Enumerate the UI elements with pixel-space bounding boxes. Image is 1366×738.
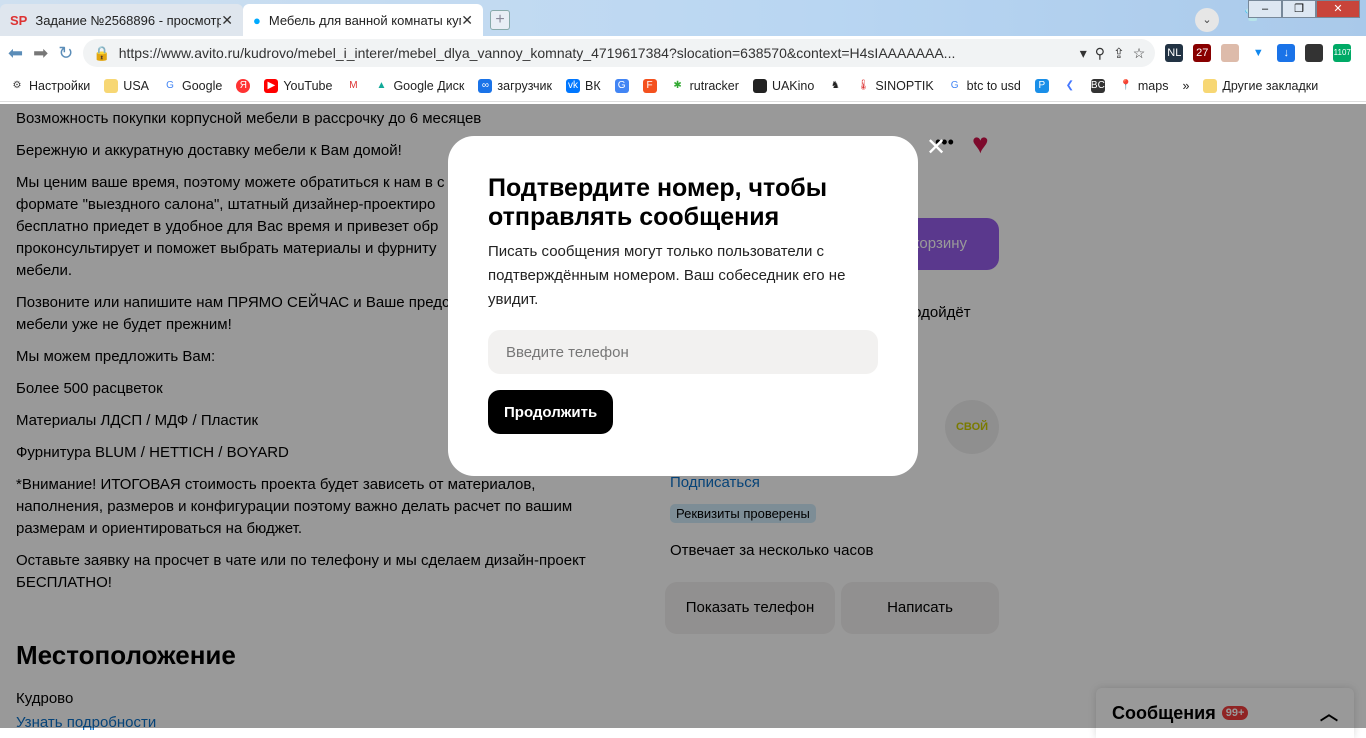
bookmarks-overflow[interactable]: » [1182,79,1189,93]
folder-icon [104,78,119,93]
bookmark-rutracker[interactable]: ✱ rutracker [671,79,739,93]
bookmark-arrow[interactable]: ❮ [1063,79,1077,93]
address-bar[interactable]: 🔒 https://www.avito.ru/kudrovo/mebel_i_i… [83,39,1156,67]
location-blocked-icon[interactable]: ⚲ [1095,45,1105,62]
bookmark-yandex[interactable]: Я [236,78,251,93]
bitcoin-extension-icon[interactable]: 1107 [1333,44,1352,62]
minimize-button[interactable]: – [1248,0,1282,18]
bookmark-chess[interactable]: ♞ [828,79,842,93]
back-icon[interactable]: ⬅ [8,43,23,64]
phone-confirm-modal: Подтвердите номер, чтобы отправлять сооб… [448,136,918,476]
folder-icon [1203,78,1218,93]
bookmark-sinoptik[interactable]: 🌡 SINOPTIK [856,79,934,93]
phone-input[interactable] [488,330,878,374]
puzzle-icon[interactable]: ✚ [1361,44,1366,62]
yandex-icon: Я [236,78,251,93]
sp-favicon-icon: SP [10,12,28,28]
gear-icon: ⚙ [12,79,22,91]
translate-icon: G [614,78,629,93]
tab-search-chevron-icon[interactable]: ⌄ [1195,8,1219,32]
modal-description: Писать сообщения могут только пользовате… [488,243,846,308]
bookmark-gmail[interactable]: M [346,79,360,93]
tab-task[interactable]: SP Задание №2568896 - просмотр з ✕ [0,4,243,36]
bookmark-maps[interactable]: 📍 maps [1119,79,1169,93]
extension-icon[interactable]: ▼ [1249,44,1267,62]
lock-icon: 🔒 [93,44,111,61]
modal-title: Подтвердите номер, чтобы отправлять сооб… [488,174,828,231]
continue-button[interactable]: Продолжить [488,390,614,434]
bookmarks-bar: ⚙ Настройки USA G Google Я ▶ YouTube M ▲ Goo… [0,70,1366,102]
download-extension-icon[interactable]: ↓ [1277,44,1296,62]
f-icon: F [642,78,657,93]
bookmark-uakino[interactable]: UAKino [752,78,814,93]
vpn-extension-icon[interactable]: NL [1165,44,1184,62]
window-close-button[interactable]: ✕ [1316,0,1360,18]
google-icon: G [166,79,174,91]
bookmark-google[interactable]: G Google [163,79,222,93]
tab-title: Задание №2568896 - просмотр з [35,12,222,28]
star-icon[interactable]: ☆ [1133,45,1146,62]
maximize-button[interactable]: ❐ [1282,0,1316,18]
p-icon: P [1034,78,1049,93]
dropdown-icon[interactable]: ▾ [1080,45,1087,62]
extension-icon[interactable] [1221,44,1240,62]
rutracker-icon: ✱ [673,79,682,91]
google-icon: G [950,79,959,91]
bc-icon: BC [1090,78,1105,93]
youtube-icon: ▶ [264,78,279,93]
vk-icon: vk [565,78,580,93]
bookmark-downloader[interactable]: ∞ загрузчик [478,78,552,93]
new-tab-button[interactable]: + [490,10,510,30]
bookmark-vk[interactable]: vk ВК [565,78,601,93]
bookmark-btc[interactable]: Gbtc to usd [948,79,1021,93]
chess-knight-icon: ♞ [830,79,840,91]
maps-pin-icon: 📍 [1119,79,1133,91]
tab-avito[interactable]: ● Мебель для ванной комнаты куп ✕ [243,4,483,36]
close-tab-icon[interactable]: ✕ [461,12,473,29]
uakino-icon [752,78,767,93]
bookmark-google-drive[interactable]: ▲ Google Диск [374,79,464,93]
google-drive-icon: ▲ [376,79,387,91]
close-tab-icon[interactable]: ✕ [221,12,233,29]
bookmark-youtube[interactable]: ▶ YouTube [264,78,332,93]
thermometer-icon: 🌡 [856,79,870,91]
bookmark-translate[interactable]: G [614,78,629,93]
avito-favicon-icon: ● [253,12,261,28]
infinity-icon: ∞ [478,78,493,93]
bookmark-bc[interactable]: BC [1090,78,1105,93]
tab-title: Мебель для ванной комнаты куп [268,12,462,28]
toolbar: ⬅ ➡ ↻ 🔒 https://www.avito.ru/kudrovo/meb… [0,36,1366,70]
bookmark-other[interactable]: Другие закладки [1203,78,1318,93]
extension-icon[interactable] [1305,44,1324,62]
url-text: https://www.avito.ru/kudrovo/mebel_i_int… [118,45,956,61]
ublock-extension-icon[interactable]: 27 [1193,44,1212,62]
share-icon[interactable]: ⇪ [1113,45,1125,62]
bookmark-settings[interactable]: ⚙ Настройки [10,79,91,93]
bookmark-f[interactable]: F [642,78,657,93]
forward-icon[interactable]: ➡ [33,43,48,64]
arrow-icon: ❮ [1065,79,1075,91]
tab-bar: SP Задание №2568896 - просмотр з ✕ ● Меб… [0,0,1366,36]
bookmark-p[interactable]: P [1034,78,1049,93]
gmail-icon: M [349,79,358,91]
close-icon[interactable]: ✕ [926,133,946,162]
reload-icon[interactable]: ↻ [58,43,73,64]
bookmark-usa[interactable]: USA [104,78,149,93]
